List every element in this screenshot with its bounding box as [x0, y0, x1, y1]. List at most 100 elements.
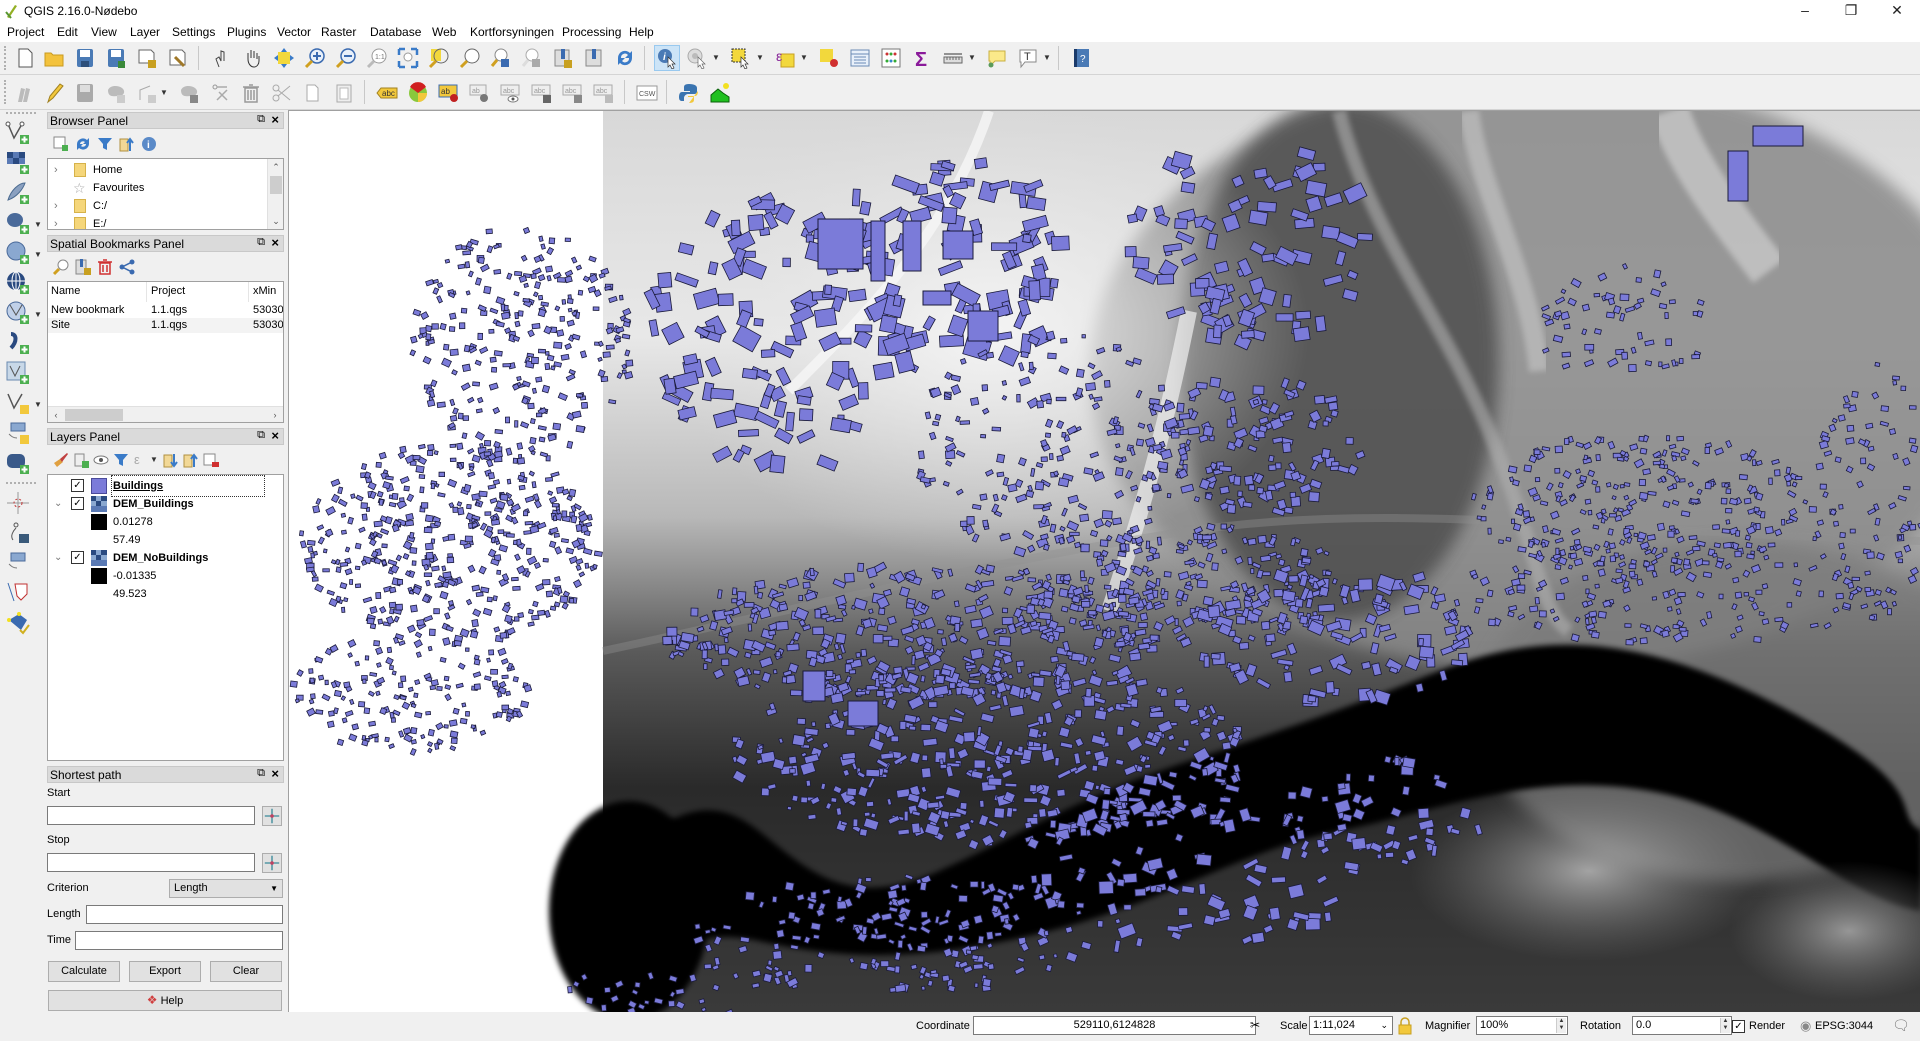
menu-view[interactable]: View [91, 25, 117, 39]
toggle-extents-icon[interactable]: ✂ [1250, 1018, 1266, 1034]
close-panel-icon[interactable]: × [271, 112, 279, 127]
menu-kortforsyningen[interactable]: Kortforsyningen [470, 25, 554, 39]
toolbar-handle[interactable] [6, 112, 36, 114]
float-panel-icon[interactable]: ⧉ [257, 767, 265, 780]
column-header-xmin[interactable]: xMin [253, 285, 276, 297]
deselect-all-icon[interactable] [816, 45, 842, 71]
collapse-all-icon[interactable] [182, 451, 200, 469]
add-wms-layer-icon[interactable] [5, 270, 31, 296]
delete-selected-icon[interactable] [238, 80, 264, 106]
new-layer-dropdown[interactable]: ▼ [34, 400, 42, 409]
browser-panel-title-bar[interactable]: Browser Panel ⧉ × [47, 112, 284, 129]
open-project-icon[interactable] [41, 45, 67, 71]
filter-expression-dropdown[interactable]: ▼ [150, 448, 158, 472]
calculate-button[interactable]: Calculate [48, 961, 120, 982]
render-checkbox[interactable]: ✓ [1732, 1020, 1745, 1033]
select-by-expression-icon[interactable]: ε [772, 45, 798, 71]
crs-status[interactable]: EPSG:3044 [1815, 1020, 1873, 1032]
toolbar-handle[interactable] [4, 46, 6, 70]
scroll-up-icon[interactable]: ⌃ [268, 159, 283, 175]
identify-icon[interactable]: i [654, 45, 680, 71]
show-bookmarks-icon[interactable] [581, 45, 607, 71]
lock-scale-icon[interactable] [1398, 1017, 1412, 1035]
float-panel-icon[interactable]: ⧉ [257, 113, 265, 126]
manage-visibility-icon[interactable] [92, 451, 110, 469]
add-wcs-layer-icon[interactable] [5, 330, 31, 356]
node-tool-dropdown[interactable]: ▼ [160, 80, 168, 106]
text-annotation-icon[interactable]: T [1015, 45, 1041, 71]
toggle-editing-icon[interactable] [41, 80, 67, 106]
browser-vertical-scrollbar[interactable]: ⌃ ⌄ [267, 159, 283, 229]
properties-info-icon[interactable]: i [140, 135, 158, 153]
filter-by-expression-icon[interactable]: ε [132, 451, 150, 469]
share-bookmarks-icon[interactable] [118, 258, 136, 276]
layer-visibility-checkbox[interactable]: ✓ [71, 479, 84, 492]
export-button[interactable]: Export [129, 961, 201, 982]
save-edits-icon[interactable] [72, 80, 98, 106]
collapse-chevron-icon[interactable]: ⌄ [54, 549, 62, 567]
filter-legend-icon[interactable] [112, 451, 130, 469]
show-hide-labels-icon[interactable]: abc [498, 80, 524, 106]
zoom-to-bookmark-icon[interactable] [52, 258, 70, 276]
zoom-in-icon[interactable] [302, 45, 328, 71]
layer-item-dem-buildings[interactable]: ⌄ ✓ DEM_Buildings [48, 495, 283, 513]
collapse-all-icon[interactable] [118, 135, 136, 153]
expand-chevron-icon[interactable]: › [54, 215, 58, 229]
coordinate-field[interactable]: 529110,6124828 [973, 1016, 1256, 1035]
composer-manager-icon[interactable] [165, 45, 191, 71]
length-output-field[interactable] [86, 905, 283, 924]
menu-raster[interactable]: Raster [321, 25, 356, 39]
new-bookmark-icon[interactable] [550, 45, 576, 71]
refresh-icon[interactable] [74, 135, 92, 153]
pan-icon[interactable] [240, 45, 266, 71]
copy-features-icon[interactable] [300, 80, 326, 106]
scale-combobox[interactable]: 1:11,024 ⌄ [1309, 1016, 1393, 1035]
add-oracle-layer-icon[interactable] [5, 450, 31, 476]
new-project-icon[interactable] [12, 45, 38, 71]
zoom-full-icon[interactable] [395, 45, 421, 71]
gps-information-icon[interactable] [5, 550, 31, 576]
menu-database[interactable]: Database [370, 25, 421, 39]
spin-arrows-icon[interactable]: ▲ ▼ [1720, 1018, 1730, 1033]
scroll-thumb[interactable] [270, 176, 282, 194]
layer-labeling-icon[interactable]: abc [374, 80, 400, 106]
measure-dropdown[interactable]: ▼ [968, 45, 976, 71]
float-panel-icon[interactable]: ⧉ [257, 429, 265, 442]
measure-icon[interactable] [940, 45, 966, 71]
crs-globe-icon[interactable]: ◉ [1800, 1018, 1811, 1034]
zoom-last-icon[interactable] [488, 45, 514, 71]
layer-visibility-checkbox[interactable]: ✓ [71, 551, 84, 564]
bookmarks-panel-title-bar[interactable]: Spatial Bookmarks Panel ⧉ × [47, 235, 284, 252]
scroll-right-icon[interactable]: › [267, 407, 283, 422]
help-contents-icon[interactable]: ? [1068, 45, 1094, 71]
help-button[interactable]: ❖ Help [48, 990, 282, 1011]
statistics-icon[interactable]: Σ [909, 45, 935, 71]
python-console-icon[interactable] [676, 80, 702, 106]
field-calculator-icon[interactable] [878, 45, 904, 71]
menu-layer[interactable]: Layer [130, 25, 160, 39]
table-row[interactable]: Site 1.1.qgs 53030 [48, 318, 283, 333]
expand-chevron-icon[interactable]: › [54, 197, 58, 215]
annotation-dropdown[interactable]: ▼ [1043, 45, 1051, 71]
zoom-to-layer-icon[interactable] [457, 45, 483, 71]
profile-tool-icon[interactable] [707, 80, 733, 106]
add-vector-layer-icon[interactable] [5, 120, 31, 146]
map-tips-icon[interactable] [984, 45, 1010, 71]
csw-icon[interactable]: CSW [634, 80, 660, 106]
diagram-icon[interactable] [405, 80, 431, 106]
filter-icon[interactable] [96, 135, 114, 153]
attribute-table-icon[interactable] [847, 45, 873, 71]
browser-item-c-drive[interactable]: › C:/ [48, 197, 267, 215]
close-panel-icon[interactable]: × [271, 766, 279, 781]
change-label-icon[interactable]: abc [591, 80, 617, 106]
layer-item-dem-nobuildings[interactable]: ⌄ ✓ DEM_NoBuildings [48, 549, 283, 567]
style-manager-icon[interactable] [52, 451, 70, 469]
menu-settings[interactable]: Settings [172, 25, 215, 39]
browser-item-e-drive[interactable]: › E:/ [48, 215, 267, 229]
node-tool-icon[interactable] [134, 80, 160, 106]
map-canvas[interactable] [288, 110, 1920, 1012]
menu-processing[interactable]: Processing [562, 25, 621, 39]
menu-plugins[interactable]: Plugins [227, 25, 266, 39]
pick-stop-point-button[interactable] [262, 853, 282, 873]
run-action-icon[interactable] [684, 45, 710, 71]
